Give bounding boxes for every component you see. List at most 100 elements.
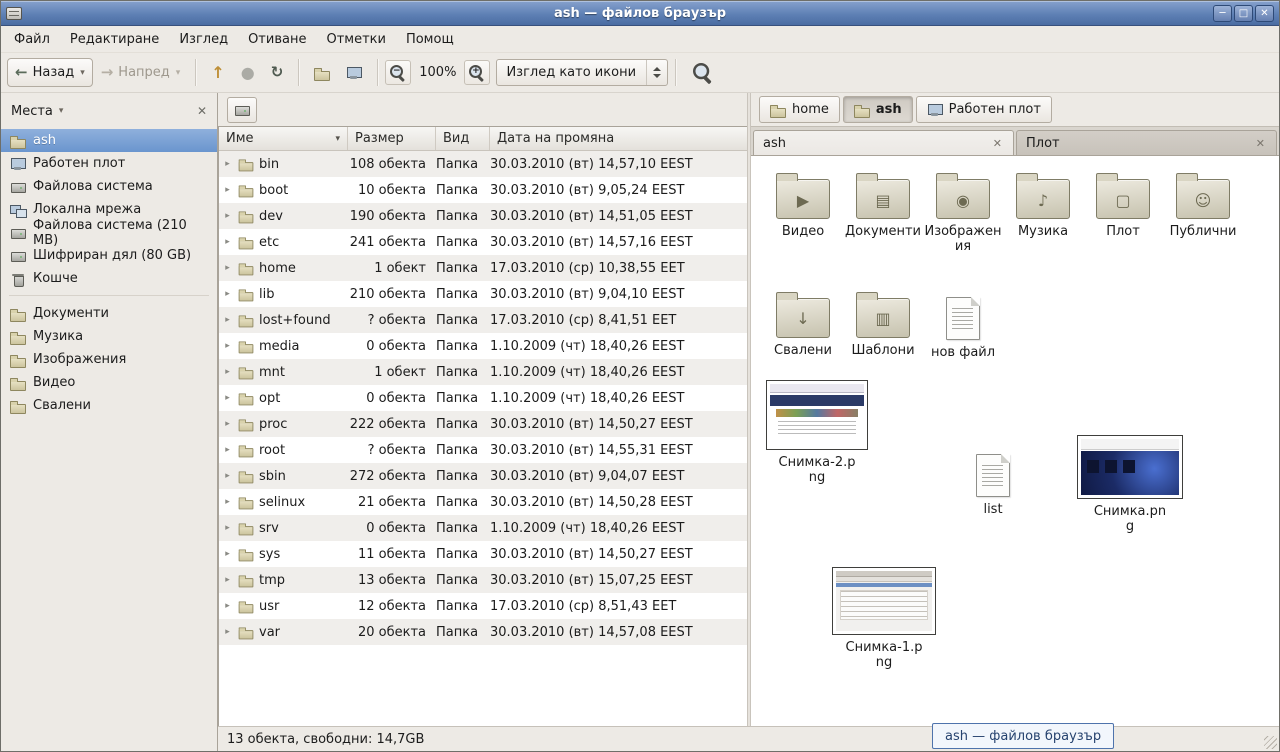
table-row[interactable]: home 1 обект Папка 17.03.2010 (ср) 10,38…	[219, 255, 747, 281]
file-item-list[interactable]: list	[957, 448, 1029, 518]
close-button[interactable]: ✕	[1255, 5, 1274, 22]
expander-icon[interactable]	[222, 237, 233, 247]
up-button[interactable]: ↑	[203, 58, 232, 87]
sidebar-item[interactable]: Документи	[1, 302, 217, 325]
reload-button[interactable]: ↻	[263, 58, 292, 87]
image-thumbnail-snimka[interactable]: Снимка.png	[1075, 435, 1185, 535]
resize-grip[interactable]	[1264, 736, 1277, 749]
sidebar-item[interactable]: ash	[1, 129, 217, 152]
table-row[interactable]: sys 11 обекта Папка 30.03.2010 (вт) 14,5…	[219, 541, 747, 567]
sidebar-item[interactable]: Свалени	[1, 394, 217, 417]
table-row[interactable]: lib 210 обекта Папка 30.03.2010 (вт) 9,0…	[219, 281, 747, 307]
sidebar-item[interactable]: Файлова система (210 MB)	[1, 221, 217, 244]
expander-icon[interactable]	[222, 211, 233, 221]
expander-icon[interactable]	[222, 497, 233, 507]
menu-item[interactable]: Отиване	[239, 28, 315, 51]
column-header-type[interactable]: Вид	[436, 127, 490, 150]
titlebar[interactable]: ash — файлов браузър ─ □ ✕	[1, 1, 1279, 26]
zoom-in-button[interactable]: +	[464, 60, 490, 85]
back-button[interactable]: ← Назад ▾	[7, 58, 93, 87]
table-row[interactable]: selinux 21 обекта Папка 30.03.2010 (вт) …	[219, 489, 747, 515]
search-button[interactable]	[683, 58, 723, 87]
column-header-name[interactable]: Име ▾	[219, 127, 348, 150]
expander-icon[interactable]	[222, 367, 233, 377]
table-row[interactable]: etc 241 обекта Папка 30.03.2010 (вт) 14,…	[219, 229, 747, 255]
filesystem-crumb-button[interactable]	[227, 97, 257, 123]
folder-item[interactable]: ↓ Свалени	[763, 291, 843, 361]
tab-close-icon[interactable]: ✕	[991, 137, 1004, 150]
menu-item[interactable]: Файл	[5, 28, 59, 51]
table-row[interactable]: root ? обекта Папка 30.03.2010 (вт) 14,5…	[219, 437, 747, 463]
folder-item[interactable]: ▶ Видео	[763, 172, 843, 255]
folder-item[interactable]: ▥ Шаблони	[843, 291, 923, 361]
sidebar-item[interactable]: Работен плот	[1, 152, 217, 175]
table-row[interactable]: var 20 обекта Папка 30.03.2010 (вт) 14,5…	[219, 619, 747, 645]
breadcrumb-button[interactable]: Работен плот	[916, 96, 1052, 123]
menu-item[interactable]: Изглед	[170, 28, 237, 51]
computer-button[interactable]	[338, 58, 370, 87]
table-row[interactable]: lost+found ? обекта Папка 17.03.2010 (ср…	[219, 307, 747, 333]
stop-button[interactable]: ●	[233, 58, 263, 87]
sidebar-title[interactable]: Места	[11, 104, 53, 119]
table-row[interactable]: dev 190 обекта Папка 30.03.2010 (вт) 14,…	[219, 203, 747, 229]
sidebar-selector-icon[interactable]: ▾	[59, 106, 64, 116]
expander-icon[interactable]	[222, 393, 233, 403]
expander-icon[interactable]	[222, 445, 233, 455]
table-row[interactable]: tmp 13 обекта Папка 30.03.2010 (вт) 15,0…	[219, 567, 747, 593]
table-row[interactable]: usr 12 обекта Папка 17.03.2010 (ср) 8,51…	[219, 593, 747, 619]
home-button[interactable]	[306, 58, 338, 87]
expander-icon[interactable]	[222, 627, 233, 637]
breadcrumb-button[interactable]: home	[759, 96, 840, 123]
sidebar-item[interactable]: Видео	[1, 371, 217, 394]
table-row[interactable]: sbin 272 обекта Папка 30.03.2010 (вт) 9,…	[219, 463, 747, 489]
sidebar-item[interactable]: Шифриран дял (80 GB)	[1, 244, 217, 267]
expander-icon[interactable]	[222, 575, 233, 585]
column-header-date[interactable]: Дата на промяна	[490, 127, 747, 150]
image-thumbnail-snimka1[interactable]: Снимка-1.png	[831, 567, 937, 671]
table-row[interactable]: bin 108 обекта Папка 30.03.2010 (вт) 14,…	[219, 151, 747, 177]
sidebar-item[interactable]: Музика	[1, 325, 217, 348]
sidebar-item[interactable]: Файлова система	[1, 175, 217, 198]
forward-button[interactable]: → Напред ▾	[93, 58, 189, 87]
file-item-new-file[interactable]: нов файл	[923, 291, 1003, 361]
expander-icon[interactable]	[222, 315, 233, 325]
folder-item[interactable]: ▢ Плот	[1083, 172, 1163, 255]
table-row[interactable]: srv 0 обекта Папка 1.10.2009 (чт) 18,40,…	[219, 515, 747, 541]
folder-item[interactable]: ▤ Документи	[843, 172, 923, 255]
expander-icon[interactable]	[222, 289, 233, 299]
expander-icon[interactable]	[222, 341, 233, 351]
tab-close-icon[interactable]: ✕	[1254, 137, 1267, 150]
folder-item[interactable]: ◉ Изображения	[923, 172, 1003, 255]
back-history-dropdown-icon[interactable]: ▾	[80, 68, 85, 78]
breadcrumb-button[interactable]: ash	[843, 96, 913, 123]
expander-icon[interactable]	[222, 523, 233, 533]
folder-item[interactable]: ☺ Публични	[1163, 172, 1243, 255]
maximize-button[interactable]: □	[1234, 5, 1253, 22]
expander-icon[interactable]	[222, 471, 233, 481]
sidebar-item[interactable]: Изображения	[1, 348, 217, 371]
expander-icon[interactable]	[222, 159, 233, 169]
menu-item[interactable]: Редактиране	[61, 28, 168, 51]
table-row[interactable]: opt 0 обекта Папка 1.10.2009 (чт) 18,40,…	[219, 385, 747, 411]
tab-plot[interactable]: Плот ✕	[1016, 130, 1277, 155]
zoom-out-button[interactable]: −	[385, 60, 411, 85]
expander-icon[interactable]	[222, 185, 233, 195]
expander-icon[interactable]	[222, 549, 233, 559]
expander-icon[interactable]	[222, 419, 233, 429]
folder-item[interactable]: ♪ Музика	[1003, 172, 1083, 255]
sidebar-item[interactable]: Кошче	[1, 267, 217, 290]
view-mode-select[interactable]: Изглед като икони	[496, 59, 668, 86]
sidebar-close-icon[interactable]: ✕	[197, 104, 207, 118]
table-row[interactable]: boot 10 обекта Папка 30.03.2010 (вт) 9,0…	[219, 177, 747, 203]
minimize-button[interactable]: ─	[1213, 5, 1232, 22]
expander-icon[interactable]	[222, 263, 233, 273]
image-thumbnail-snimka2[interactable]: Снимка-2.png	[765, 380, 869, 486]
table-row[interactable]: mnt 1 обект Папка 1.10.2009 (чт) 18,40,2…	[219, 359, 747, 385]
column-header-size[interactable]: Размер	[348, 127, 436, 150]
menu-item[interactable]: Отметки	[317, 28, 394, 51]
table-row[interactable]: proc 222 обекта Папка 30.03.2010 (вт) 14…	[219, 411, 747, 437]
table-row[interactable]: media 0 обекта Папка 1.10.2009 (чт) 18,4…	[219, 333, 747, 359]
expander-icon[interactable]	[222, 601, 233, 611]
menu-item[interactable]: Помощ	[397, 28, 463, 51]
tab-ash[interactable]: ash ✕	[753, 130, 1014, 155]
